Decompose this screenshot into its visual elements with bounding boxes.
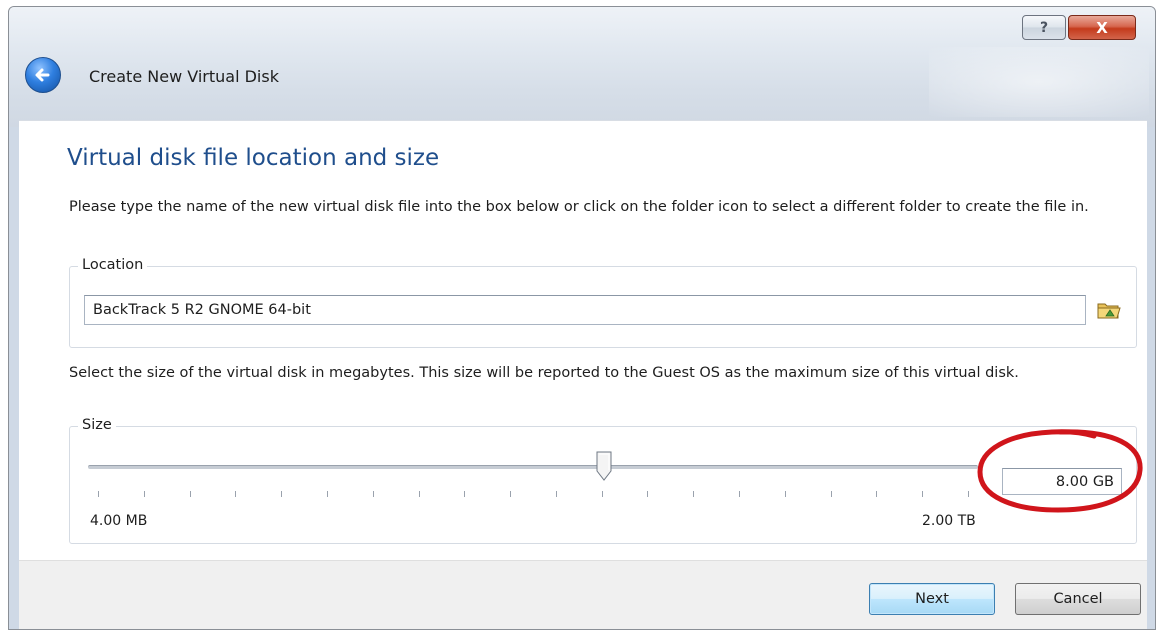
- size-instructions: Select the size of the virtual disk in m…: [69, 365, 1019, 381]
- slider-tick: [464, 491, 466, 497]
- back-button[interactable]: [25, 57, 61, 93]
- slider-tick: [510, 491, 512, 497]
- slider-tick: [418, 491, 420, 497]
- slider-tick: [876, 491, 878, 497]
- location-instructions: Please type the name of the new virtual …: [69, 199, 1089, 215]
- location-input[interactable]: [84, 295, 1086, 325]
- folder-button[interactable]: [1096, 299, 1122, 321]
- slider-tick: [555, 491, 557, 497]
- location-group-label: Location: [78, 257, 148, 273]
- slider-tick: [281, 491, 283, 497]
- slider-tick: [372, 491, 374, 497]
- slider-tick: [189, 491, 191, 497]
- next-button[interactable]: Next: [869, 583, 995, 615]
- slider-tick: [98, 491, 99, 497]
- slider-tick: [601, 491, 603, 497]
- slider-tick: [784, 491, 786, 497]
- slider-tick: [326, 491, 328, 497]
- wizard-page: Virtual disk file location and size Plea…: [19, 120, 1147, 561]
- help-button[interactable]: ?: [1022, 15, 1066, 40]
- size-min-label: 4.00 MB: [90, 513, 148, 529]
- slider-tick: [922, 491, 924, 497]
- close-icon: X: [1096, 18, 1108, 37]
- slider-tick: [739, 491, 741, 497]
- slider-tick: [693, 491, 695, 497]
- cancel-button[interactable]: Cancel: [1015, 583, 1141, 615]
- help-icon: ?: [1039, 19, 1049, 36]
- page-title: Virtual disk file location and size: [67, 145, 440, 171]
- slider-tick: [235, 491, 237, 497]
- slider-tick: [830, 491, 832, 497]
- dialog-window: ? X Create New Virtual Disk Virtual disk…: [8, 6, 1156, 630]
- button-bar: Next Cancel: [19, 560, 1147, 629]
- back-arrow-icon: [35, 68, 50, 82]
- size-group: Size 4.00 MB 2.00 TB: [69, 417, 1137, 544]
- size-slider-thumb[interactable]: [596, 451, 612, 481]
- slider-thumb-icon: [596, 451, 612, 481]
- glass-reflection: [929, 47, 1149, 117]
- folder-icon: [1097, 303, 1121, 319]
- slider-tick: [143, 491, 145, 497]
- slider-tick: [647, 491, 649, 497]
- size-slider-track[interactable]: [88, 465, 978, 469]
- size-input[interactable]: [1002, 468, 1122, 495]
- close-button[interactable]: X: [1068, 15, 1136, 40]
- wizard-title: Create New Virtual Disk: [89, 67, 279, 86]
- slider-tick: [968, 491, 969, 497]
- size-group-label: Size: [78, 417, 116, 433]
- location-group: Location: [69, 257, 1137, 348]
- size-max-label: 2.00 TB: [922, 513, 976, 529]
